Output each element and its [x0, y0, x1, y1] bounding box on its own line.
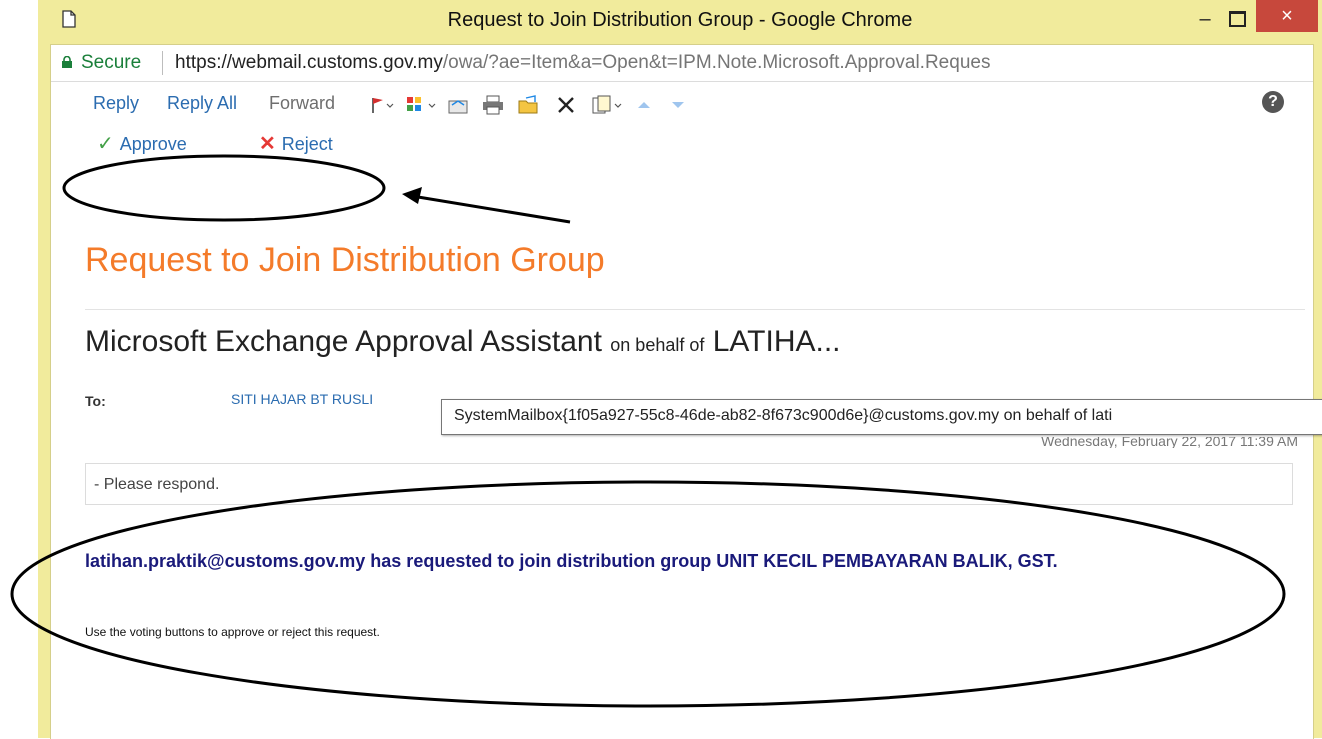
flag-icon[interactable]	[369, 95, 395, 115]
minimize-button[interactable]: –	[1190, 4, 1220, 34]
to-recipient[interactable]: SITI HAJAR BT RUSLI	[231, 391, 373, 407]
checkmark-icon: ✓	[97, 133, 114, 155]
secure-label: Secure	[81, 52, 142, 73]
to-label: To:	[85, 393, 106, 409]
on-behalf-text: on behalf of	[610, 335, 705, 355]
url-text[interactable]: https://webmail.customs.gov.my/owa/?ae=I…	[175, 52, 990, 74]
voting-buttons: ✓ Approve ✕ Reject	[51, 123, 551, 163]
delete-icon[interactable]	[555, 95, 577, 115]
approve-button[interactable]: ✓ Approve	[97, 131, 187, 156]
help-icon[interactable]: ?	[1262, 91, 1284, 113]
message-date: Wednesday, February 22, 2017 11:39 AM	[1041, 437, 1298, 448]
browser-content: Secure https://webmail.customs.gov.my/ow…	[50, 44, 1322, 739]
close-button[interactable]: ×	[1256, 0, 1318, 32]
window-title: Request to Join Distribution Group - Goo…	[447, 9, 913, 31]
reject-button[interactable]: ✕ Reject	[259, 131, 333, 156]
reject-label: Reject	[281, 134, 333, 154]
message-subject: Request to Join Distribution Group	[85, 241, 605, 279]
maximize-button[interactable]	[1222, 4, 1252, 34]
message-options-icon[interactable]	[591, 95, 625, 115]
print-icon[interactable]	[481, 95, 505, 115]
info-bar: - Please respond.	[85, 463, 1293, 505]
sender-tooltip: SystemMailbox{1f05a927-55c8-46de-ab82-8f…	[441, 399, 1322, 435]
chrome-window: Request to Join Distribution Group - Goo…	[38, 0, 1322, 739]
message-from: Microsoft Exchange Approval Assistant on…	[85, 325, 841, 359]
url-path: /owa/?ae=Item&a=Open&t=IPM.Note.Microsof…	[442, 52, 991, 73]
maximize-icon	[1228, 11, 1246, 27]
approve-label: Approve	[119, 134, 187, 154]
categories-icon[interactable]	[405, 95, 439, 115]
message-body-instructions: Use the voting buttons to approve or rej…	[85, 625, 380, 639]
previous-item-icon[interactable]	[635, 95, 653, 115]
next-item-icon[interactable]	[669, 95, 687, 115]
reply-button[interactable]: Reply	[93, 93, 139, 114]
forward-button[interactable]: Forward	[269, 93, 335, 114]
from-behalf-name[interactable]: LATIHA...	[713, 325, 841, 358]
move-to-folder-icon[interactable]	[447, 95, 471, 115]
header-divider	[85, 309, 1305, 310]
title-bar: Request to Join Distribution Group - Goo…	[38, 0, 1322, 42]
from-name[interactable]: Microsoft Exchange Approval Assistant	[85, 325, 602, 358]
lock-icon	[62, 56, 72, 68]
reject-x-icon: ✕	[259, 133, 276, 155]
reply-all-button[interactable]: Reply All	[167, 93, 237, 114]
owa-toolbar: Reply Reply All Forward ?	[51, 83, 1313, 123]
url-host: https://webmail.customs.gov.my	[175, 52, 443, 73]
message-body-main: latihan.praktik@customs.gov.my has reque…	[85, 551, 1058, 571]
address-separator	[162, 51, 163, 75]
address-bar[interactable]: Secure https://webmail.customs.gov.my/ow…	[51, 45, 1313, 82]
open-folder-icon[interactable]	[517, 95, 541, 115]
